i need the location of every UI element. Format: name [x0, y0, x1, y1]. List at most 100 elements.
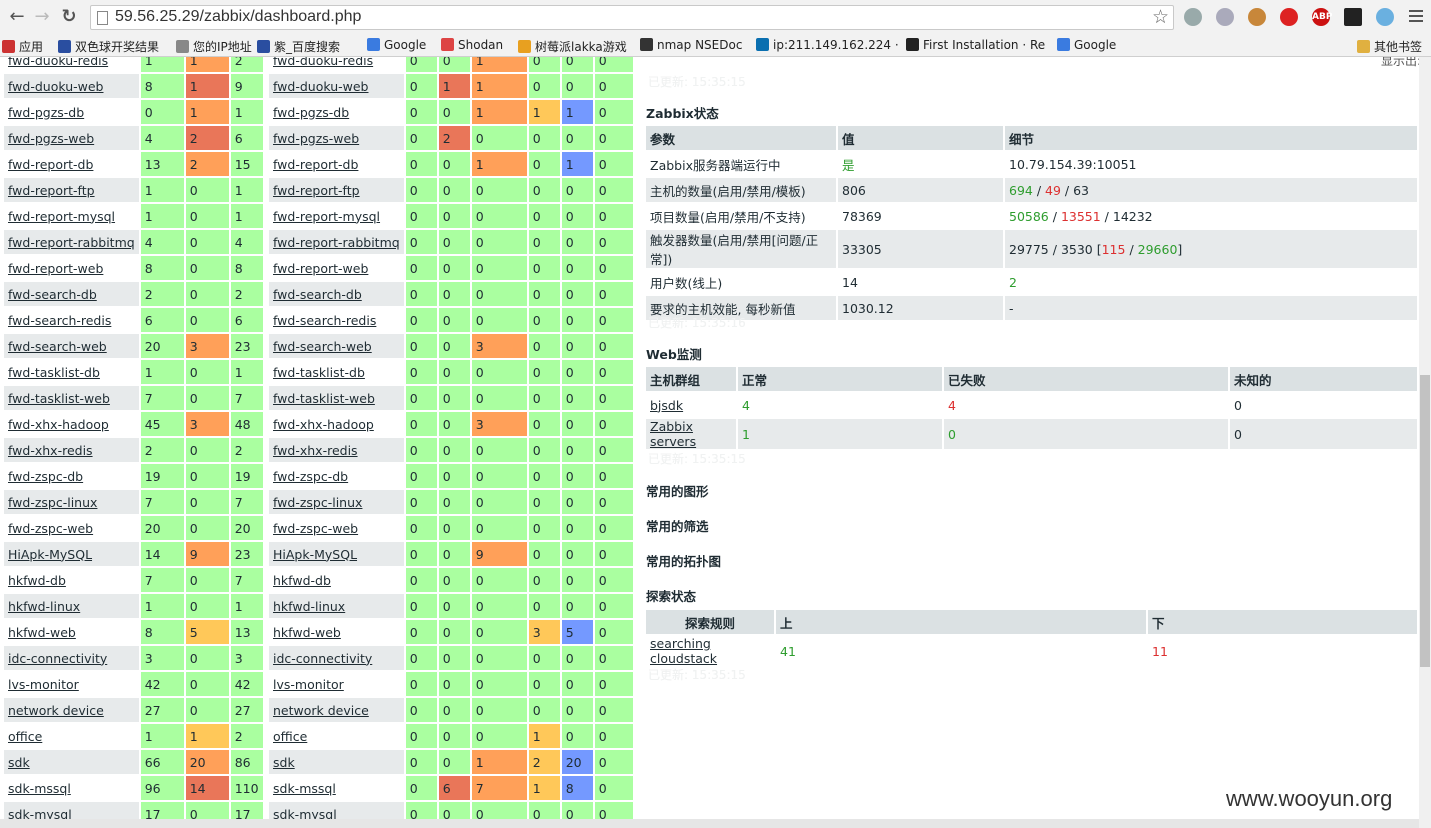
count-cell[interactable]: 0: [438, 438, 470, 462]
count-cell[interactable]: 0: [405, 256, 437, 280]
count-cell[interactable]: 0: [561, 412, 593, 436]
count-cell[interactable]: 1: [230, 594, 263, 618]
count-cell[interactable]: 0: [438, 516, 470, 540]
count-cell[interactable]: 0: [471, 594, 527, 618]
host-group-link[interactable]: fwd-report-web: [273, 261, 368, 276]
host-group-link[interactable]: sdk-mssql: [273, 781, 336, 796]
host-group-link[interactable]: fwd-tasklist-web: [273, 391, 375, 406]
bookmark-item[interactable]: nmap NSEDoc: [640, 38, 742, 52]
count-cell[interactable]: 0: [594, 126, 633, 150]
count-cell[interactable]: 6: [230, 308, 263, 332]
count-cell[interactable]: 5: [185, 620, 229, 644]
count-cell[interactable]: 0: [185, 464, 229, 488]
count-cell[interactable]: 0: [528, 230, 560, 254]
host-group-link[interactable]: hkfwd-db: [273, 573, 331, 588]
count-cell[interactable]: 0: [405, 516, 437, 540]
count-cell[interactable]: 1: [230, 178, 263, 202]
count-cell[interactable]: 1: [471, 74, 527, 98]
count-cell[interactable]: 0: [438, 568, 470, 592]
count-cell[interactable]: 3: [185, 334, 229, 358]
count-cell[interactable]: 0: [594, 100, 633, 124]
count-cell[interactable]: 0: [471, 178, 527, 202]
count-cell[interactable]: 1: [471, 750, 527, 774]
count-cell[interactable]: 0: [185, 438, 229, 462]
count-cell[interactable]: 20: [185, 750, 229, 774]
host-group-link[interactable]: hkfwd-linux: [273, 599, 345, 614]
host-group-link[interactable]: lvs-monitor: [8, 677, 79, 692]
count-cell[interactable]: 0: [561, 256, 593, 280]
bookmark-item[interactable]: 树莓派lakka游戏: [518, 38, 627, 55]
count-cell[interactable]: 2: [185, 126, 229, 150]
reload-button[interactable]: ↻: [58, 6, 80, 28]
count-cell[interactable]: 0: [471, 698, 527, 722]
count-cell[interactable]: 0: [438, 724, 470, 748]
count-cell[interactable]: 9: [230, 74, 263, 98]
count-cell[interactable]: 0: [405, 334, 437, 358]
bookmark-item[interactable]: 紫_百度搜索: [257, 38, 340, 55]
count-cell[interactable]: 0: [561, 490, 593, 514]
count-cell[interactable]: 0: [594, 490, 633, 514]
count-cell[interactable]: 0: [438, 57, 470, 72]
horizontal-scrollbar[interactable]: [0, 819, 1419, 828]
count-cell[interactable]: 0: [438, 282, 470, 306]
host-group-link[interactable]: fwd-xhx-redis: [273, 443, 358, 458]
host-group-link[interactable]: fwd-report-mysql: [273, 209, 380, 224]
count-cell[interactable]: 0: [594, 57, 633, 72]
host-group-link[interactable]: office: [273, 729, 307, 744]
count-cell[interactable]: 0: [528, 646, 560, 670]
count-cell[interactable]: 0: [405, 360, 437, 384]
host-group-link[interactable]: sdk: [8, 755, 30, 770]
count-cell[interactable]: 0: [438, 386, 470, 410]
count-cell[interactable]: 7: [230, 386, 263, 410]
count-cell[interactable]: 0: [528, 256, 560, 280]
count-cell[interactable]: 1: [185, 74, 229, 98]
host-group-link[interactable]: fwd-report-rabbitmq: [8, 235, 135, 250]
count-cell[interactable]: 0: [405, 620, 437, 644]
count-cell[interactable]: 0: [561, 672, 593, 696]
count-cell[interactable]: 1: [528, 100, 560, 124]
count-cell[interactable]: 0: [438, 178, 470, 202]
count-cell[interactable]: 0: [405, 204, 437, 228]
count-cell[interactable]: 0: [561, 386, 593, 410]
count-cell[interactable]: 0: [528, 308, 560, 332]
count-cell[interactable]: 2: [230, 282, 263, 306]
count-cell[interactable]: 0: [594, 776, 633, 800]
mask-extension-icon[interactable]: [1344, 8, 1362, 26]
host-group-link[interactable]: bjsdk: [650, 398, 683, 413]
address-bar[interactable]: 59.56.25.29/zabbix/dashboard.php ☆: [90, 5, 1174, 30]
count-cell[interactable]: 0: [561, 568, 593, 592]
host-group-link[interactable]: fwd-pgzs-db: [273, 105, 349, 120]
count-cell[interactable]: 14: [140, 542, 184, 566]
host-group-link[interactable]: fwd-duoku-web: [8, 79, 104, 94]
count-cell[interactable]: 0: [471, 464, 527, 488]
favorite-filters-title[interactable]: 常用的筛选: [646, 516, 709, 535]
count-cell[interactable]: 0: [471, 438, 527, 462]
count-cell[interactable]: 0: [185, 594, 229, 618]
count-cell[interactable]: 20: [140, 334, 184, 358]
count-cell[interactable]: 66: [140, 750, 184, 774]
count-cell[interactable]: 23: [230, 334, 263, 358]
count-cell[interactable]: 0: [185, 256, 229, 280]
count-cell[interactable]: 15: [230, 152, 263, 176]
count-cell[interactable]: 0: [471, 204, 527, 228]
count-cell[interactable]: 0: [185, 646, 229, 670]
count-cell[interactable]: 0: [438, 464, 470, 488]
count-cell[interactable]: 0: [594, 334, 633, 358]
vertical-scrollbar[interactable]: [1419, 57, 1431, 828]
bookmark-item[interactable]: Google: [367, 38, 426, 52]
count-cell[interactable]: 8: [561, 776, 593, 800]
count-cell[interactable]: 0: [140, 100, 184, 124]
host-group-link[interactable]: fwd-xhx-hadoop: [273, 417, 374, 432]
count-cell[interactable]: 0: [528, 282, 560, 306]
count-cell[interactable]: 0: [594, 672, 633, 696]
count-cell[interactable]: 0: [438, 620, 470, 644]
count-cell[interactable]: 1: [471, 152, 527, 176]
count-cell[interactable]: 6: [230, 126, 263, 150]
count-cell[interactable]: 4: [140, 230, 184, 254]
count-cell[interactable]: 0: [471, 230, 527, 254]
count-cell[interactable]: 0: [405, 308, 437, 332]
count-cell[interactable]: 20: [561, 750, 593, 774]
count-cell[interactable]: 2: [230, 57, 263, 72]
count-cell[interactable]: 0: [528, 152, 560, 176]
count-cell[interactable]: 0: [405, 152, 437, 176]
